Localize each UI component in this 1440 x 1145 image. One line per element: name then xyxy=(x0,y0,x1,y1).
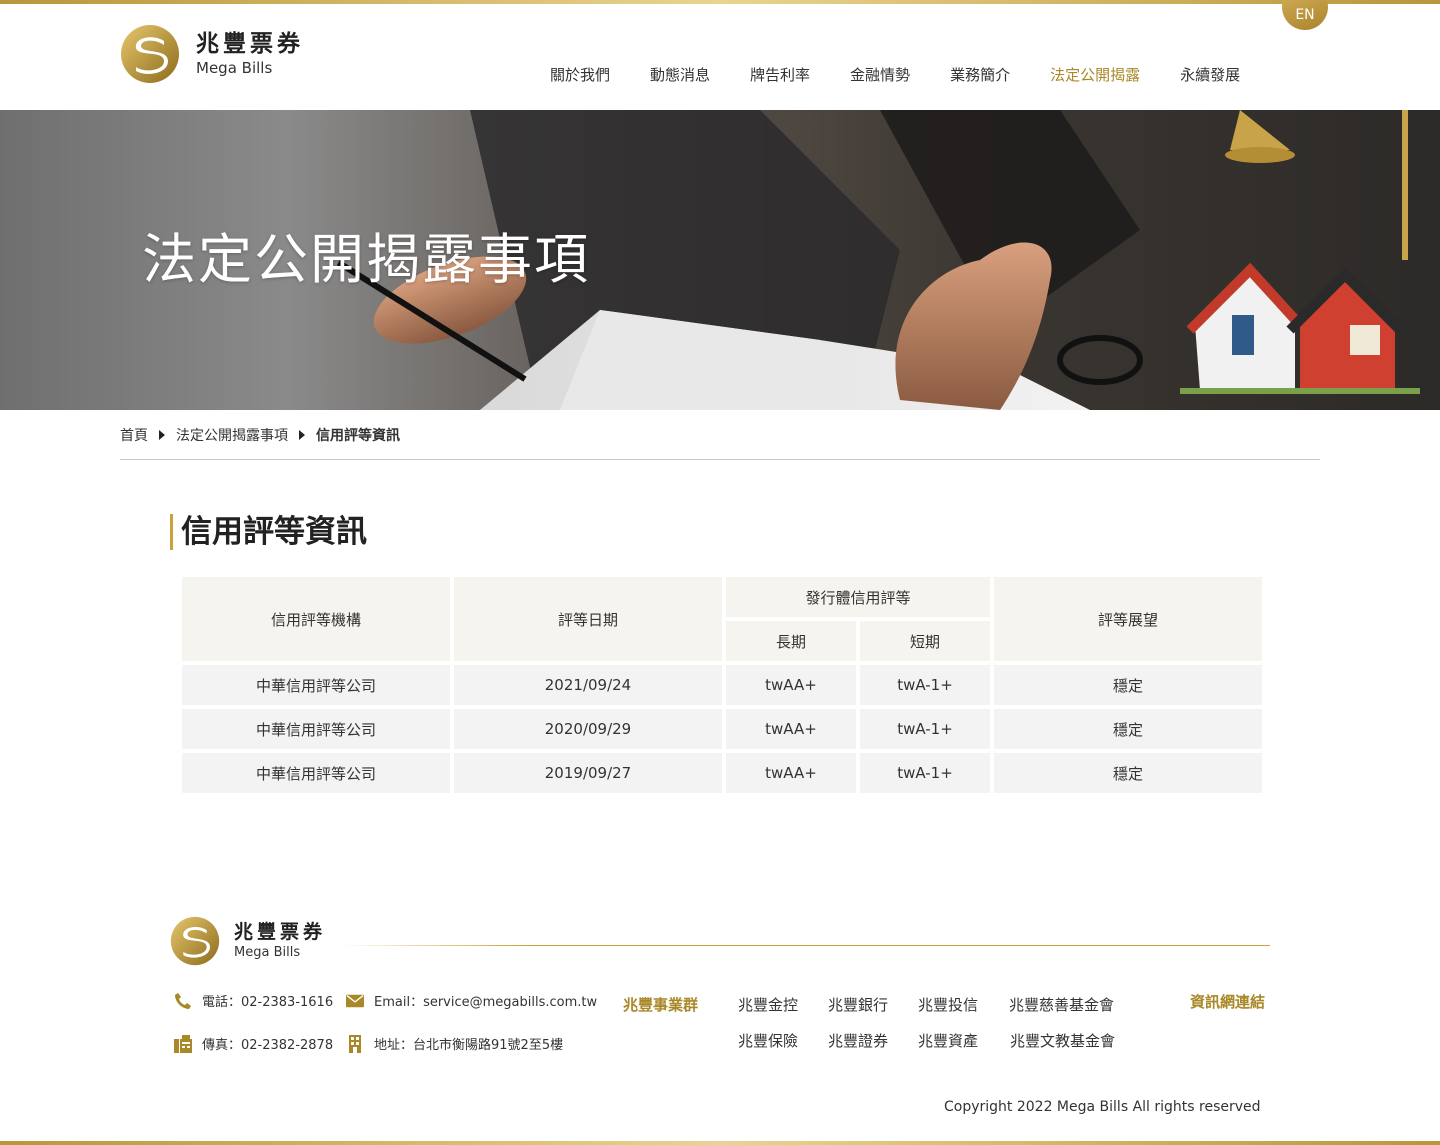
cell-agency: 中華信用評等公司 xyxy=(182,753,450,793)
header-long-term: 長期 xyxy=(726,621,856,661)
cell-short-term: twA-1+ xyxy=(860,753,990,793)
breadcrumb-current: 信用評等資訊 xyxy=(316,428,400,444)
table-row: 中華信用評等公司 2019/09/27 twAA+ twA-1+ 穩定 xyxy=(182,753,1262,793)
breadcrumb-disclosure[interactable]: 法定公開揭露事項 xyxy=(176,425,288,445)
footer-divider xyxy=(340,945,1270,946)
top-gold-bar xyxy=(0,0,1440,4)
link-mega-charity-foundation[interactable]: 兆豐慈善基金會 xyxy=(1009,994,1114,1015)
table-row: 中華信用評等公司 2021/09/24 twAA+ twA-1+ 穩定 xyxy=(182,665,1262,705)
cell-short-term: twA-1+ xyxy=(860,709,990,749)
main-nav: 關於我們 動態消息 牌告利率 金融情勢 業務簡介 法定公開揭露 永續發展 xyxy=(550,65,1280,85)
link-mega-investment-trust[interactable]: 兆豐投信 xyxy=(918,994,978,1015)
banner-title: 法定公開揭露事項 xyxy=(142,228,590,291)
footer-logo-chinese-name: 兆豐票券 xyxy=(234,921,327,943)
nav-item-rates[interactable]: 牌告利率 xyxy=(750,65,810,85)
footer-address-text: 地址：台北市衡陽路91號2至5樓 xyxy=(374,1038,564,1053)
info-network-link[interactable]: 資訊網連結 xyxy=(1190,991,1265,1012)
link-mega-bank[interactable]: 兆豐銀行 xyxy=(828,994,888,1015)
header-date: 評等日期 xyxy=(454,577,722,661)
footer-email[interactable]: Email：service@megabills.com.tw xyxy=(346,991,597,1010)
link-mega-securities[interactable]: 兆豐證券 xyxy=(828,1030,888,1051)
header-issuer-rating: 發行體信用評等 xyxy=(726,577,990,617)
mega-bills-logo-icon xyxy=(121,25,179,83)
nav-item-news[interactable]: 動態消息 xyxy=(650,65,710,85)
nav-item-disclosure[interactable]: 法定公開揭露 xyxy=(1050,65,1140,85)
footer-fax-text: 傳真：02-2382-2878 xyxy=(202,1038,334,1053)
header-outlook: 評等展望 xyxy=(994,577,1262,661)
breadcrumb-arrow-icon xyxy=(299,430,305,440)
footer-fax: 傳真：02-2382-2878 xyxy=(174,1034,333,1053)
cell-outlook: 穩定 xyxy=(994,709,1262,749)
nav-item-financial-situation[interactable]: 金融情勢 xyxy=(850,65,910,85)
cell-long-term: twAA+ xyxy=(726,665,856,705)
breadcrumb-home[interactable]: 首頁 xyxy=(120,425,148,445)
section-title: 信用評等資訊 xyxy=(170,514,367,550)
link-mega-education-foundation[interactable]: 兆豐文教基金會 xyxy=(1010,1030,1115,1051)
phone-icon xyxy=(174,992,192,1010)
copyright-text: Copyright 2022 Mega Bills All rights res… xyxy=(944,1099,1261,1115)
link-mega-assets[interactable]: 兆豐資產 xyxy=(918,1030,978,1051)
cell-agency: 中華信用評等公司 xyxy=(182,665,450,705)
table-row: 中華信用評等公司 2020/09/29 twAA+ twA-1+ 穩定 xyxy=(182,709,1262,749)
cell-outlook: 穩定 xyxy=(994,753,1262,793)
footer-phone-text: 電話：02-2383-1616 xyxy=(202,995,334,1010)
footer-email-text: Email：service@megabills.com.tw xyxy=(374,995,598,1010)
cell-date: 2021/09/24 xyxy=(454,665,722,705)
logo-english-name: Mega Bills xyxy=(196,59,273,77)
language-en-button[interactable]: EN xyxy=(1282,0,1328,30)
cell-date: 2020/09/29 xyxy=(454,709,722,749)
fax-icon xyxy=(174,1034,192,1053)
link-mega-insurance[interactable]: 兆豐保險 xyxy=(738,1030,798,1051)
footer-phone: 電話：02-2383-1616 xyxy=(174,991,333,1010)
breadcrumb-arrow-icon xyxy=(159,430,165,440)
mega-bills-logo-icon xyxy=(170,916,220,966)
credit-rating-table: 信用評等機構 評等日期 發行體信用評等 評等展望 長期 短期 中華信用評等公司 … xyxy=(178,573,1266,797)
nav-item-business[interactable]: 業務簡介 xyxy=(950,65,1010,85)
site-logo[interactable]: 兆豐票券 Mega Bills xyxy=(120,24,304,84)
footer-logo-english-name: Mega Bills xyxy=(234,945,301,960)
cell-agency: 中華信用評等公司 xyxy=(182,709,450,749)
breadcrumb-divider xyxy=(120,459,1320,460)
building-icon xyxy=(346,1034,364,1053)
cell-long-term: twAA+ xyxy=(726,753,856,793)
breadcrumb: 首頁 法定公開揭露事項 信用評等資訊 xyxy=(120,425,400,445)
header-short-term: 短期 xyxy=(860,621,990,661)
footer-address: 地址：台北市衡陽路91號2至5樓 xyxy=(346,1034,563,1053)
group-companies-label: 兆豐事業群 xyxy=(623,996,699,1014)
envelope-icon xyxy=(346,992,364,1010)
footer-logo[interactable]: 兆豐票券 Mega Bills xyxy=(170,916,326,966)
bottom-gold-bar xyxy=(0,1141,1440,1145)
header-agency: 信用評等機構 xyxy=(182,577,450,661)
cell-date: 2019/09/27 xyxy=(454,753,722,793)
logo-chinese-name: 兆豐票券 xyxy=(196,31,304,57)
cell-outlook: 穩定 xyxy=(994,665,1262,705)
nav-item-sustainability[interactable]: 永續發展 xyxy=(1180,65,1240,85)
hero-banner: 法定公開揭露事項 xyxy=(0,110,1440,410)
cell-short-term: twA-1+ xyxy=(860,665,990,705)
cell-long-term: twAA+ xyxy=(726,709,856,749)
nav-item-about[interactable]: 關於我們 xyxy=(550,65,610,85)
link-mega-holdings[interactable]: 兆豐金控 xyxy=(738,994,798,1015)
